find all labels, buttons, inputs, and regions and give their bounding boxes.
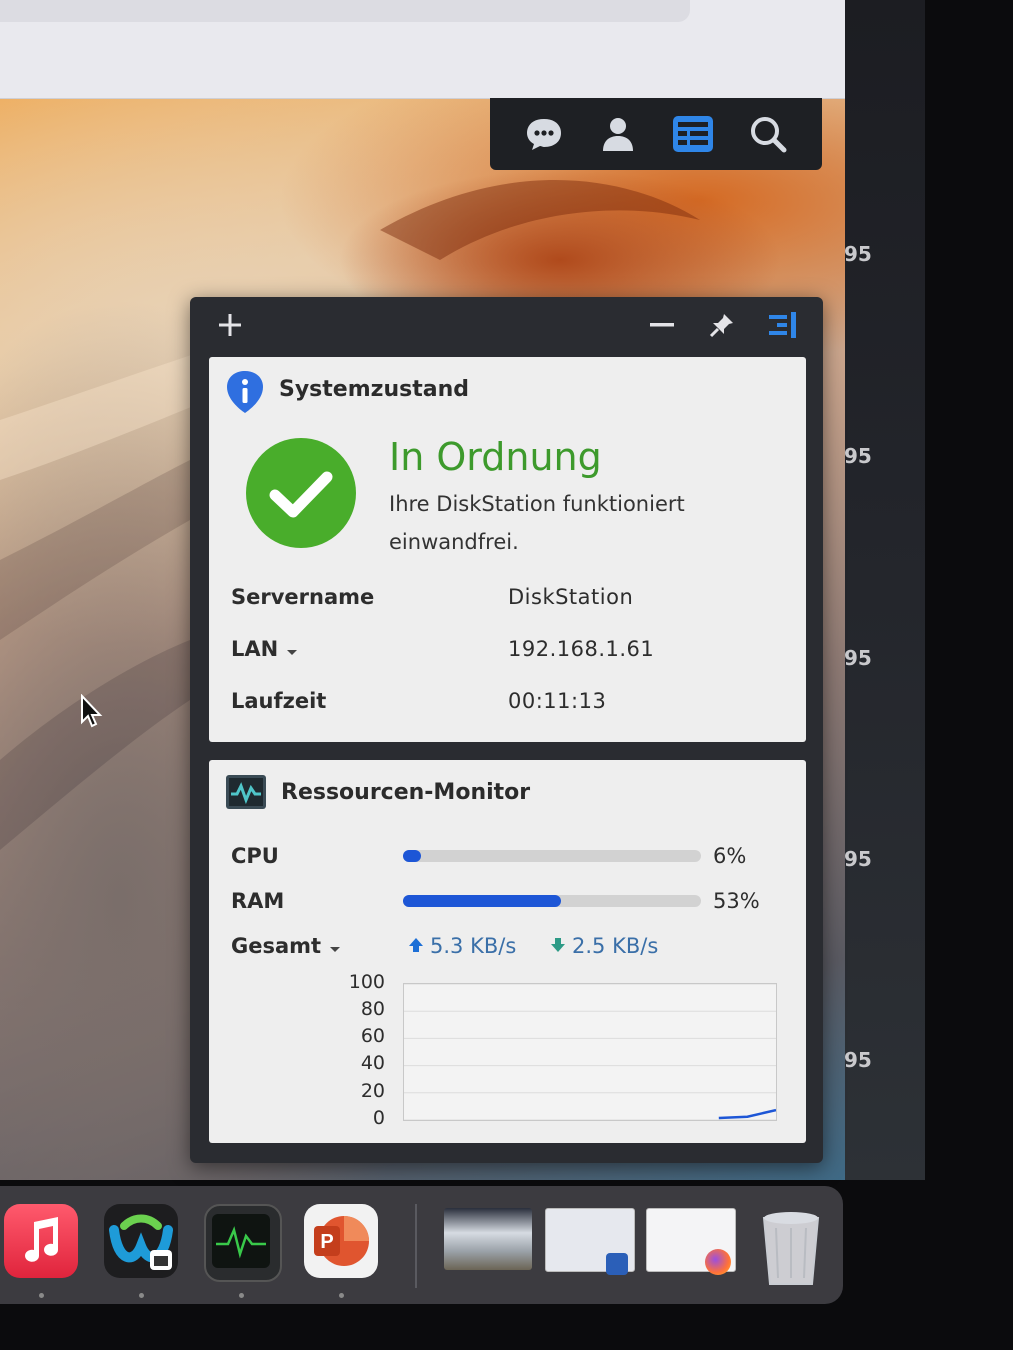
ram-bar (403, 895, 701, 907)
pin-icon[interactable] (702, 305, 742, 345)
upload-value: 5.3 KB/s (430, 934, 517, 958)
chart-plot (404, 983, 777, 1121)
ram-bar-fill (403, 895, 561, 907)
activity-monitor-app-icon[interactable] (204, 1204, 282, 1282)
strip-number: 95 (844, 646, 872, 670)
download-rate: 2.5 KB/s (550, 934, 658, 958)
browser-toolbar (0, 0, 845, 99)
ram-percent: 53% (713, 889, 760, 913)
system-health-card: Systemzustand In Ordnung Ihre DiskStatio… (209, 357, 806, 742)
resource-monitor-card: Ressourcen-Monitor CPU 6% RAM 53% Gesamt… (209, 760, 806, 1143)
monitor-icon (225, 774, 267, 814)
window-thumbnail-photo[interactable] (444, 1208, 532, 1270)
minimize-icon[interactable] (642, 305, 682, 345)
y-tick-label: 60 (360, 1025, 385, 1047)
y-tick-label: 20 (360, 1080, 385, 1102)
add-icon[interactable] (210, 305, 250, 345)
right-sidebar-strip (845, 0, 925, 1180)
lan-value: 192.168.1.61 (508, 637, 655, 661)
lan-label: LAN (231, 637, 279, 661)
lan-dropdown[interactable]: LAN (231, 637, 298, 662)
strip-number: 95 (844, 444, 872, 468)
address-bar[interactable] (0, 0, 690, 22)
chevron-down-icon (329, 935, 341, 959)
ram-label: RAM (231, 889, 285, 913)
chevron-down-icon (286, 638, 298, 662)
user-icon[interactable] (596, 112, 640, 156)
cpu-bar-fill (403, 850, 421, 862)
arrow-up-icon (408, 934, 424, 958)
chat-icon[interactable] (522, 112, 566, 156)
network-label: Gesamt (231, 934, 322, 958)
window-thumbnail-word[interactable] (545, 1208, 635, 1275)
trash-icon[interactable] (754, 1204, 828, 1285)
webex-app-icon[interactable] (104, 1204, 178, 1278)
info-shield-icon (225, 369, 265, 419)
arrow-down-icon (550, 934, 566, 958)
card-title: Ressourcen-Monitor (281, 780, 531, 805)
running-indicator (239, 1293, 244, 1298)
y-tick-label: 80 (360, 998, 385, 1020)
strip-number: 95 (844, 1048, 872, 1072)
y-tick-label: 100 (348, 971, 385, 993)
widget-panel: Systemzustand In Ordnung Ihre DiskStatio… (190, 297, 823, 1163)
uptime-label: Laufzeit (231, 689, 327, 713)
chart-series-line (718, 1108, 777, 1120)
download-value: 2.5 KB/s (572, 934, 659, 958)
status-description: Ihre DiskStation funktioniert einwandfre… (389, 492, 685, 554)
panel-toggle-icon[interactable] (763, 305, 803, 345)
cpu-percent: 6% (713, 844, 747, 868)
running-indicator (39, 1293, 44, 1298)
powerpoint-app-icon[interactable]: P (304, 1204, 378, 1278)
music-app-icon[interactable] (4, 1204, 78, 1278)
word-badge-icon (606, 1253, 628, 1275)
status-title: In Ordnung (389, 435, 602, 479)
running-indicator (139, 1293, 144, 1298)
firefox-badge-icon (705, 1249, 731, 1275)
dock-divider (415, 1204, 417, 1288)
servername-value: DiskStation (508, 585, 634, 609)
running-indicator (339, 1293, 344, 1298)
card-title: Systemzustand (279, 377, 469, 402)
dsm-toolbar (490, 98, 822, 170)
widgets-icon[interactable] (671, 112, 715, 156)
search-icon[interactable] (746, 112, 790, 156)
upload-rate: 5.3 KB/s (408, 934, 516, 958)
servername-label: Servername (231, 585, 375, 609)
cpu-bar (403, 850, 701, 862)
window-thumbnail-firefox[interactable] (646, 1208, 736, 1275)
cpu-label: CPU (231, 844, 279, 868)
mouse-cursor-icon (80, 693, 104, 734)
y-tick-label: 0 (372, 1107, 385, 1129)
uptime-value: 00:11:13 (508, 689, 607, 713)
resource-chart (403, 983, 777, 1121)
strip-number: 95 (844, 242, 872, 266)
strip-number: 95 (844, 847, 872, 871)
panel-header (190, 297, 823, 349)
network-dropdown[interactable]: Gesamt (231, 934, 341, 959)
checkmark-icon (245, 437, 357, 553)
svg-text:P: P (320, 1231, 333, 1253)
y-tick-label: 40 (360, 1052, 385, 1074)
dock: P (0, 1186, 843, 1304)
